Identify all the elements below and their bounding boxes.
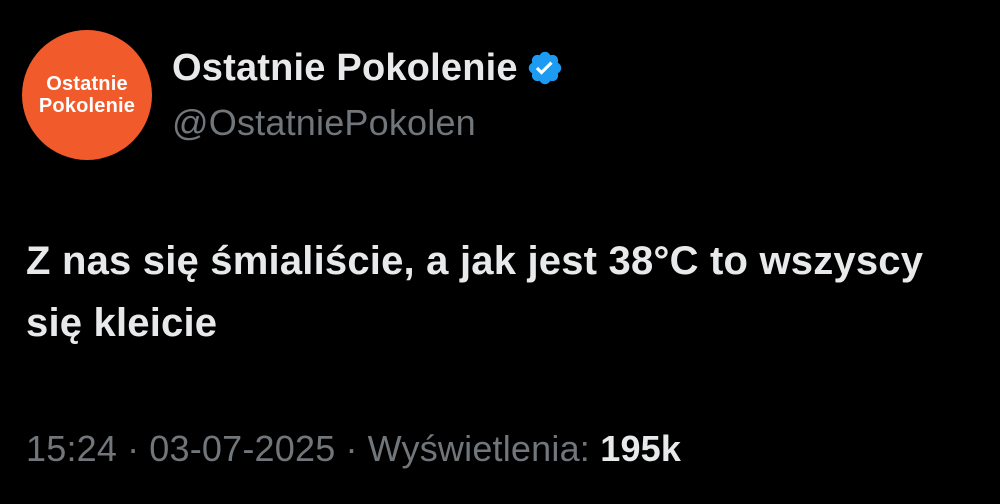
verified-badge-icon — [528, 51, 561, 85]
account-handle[interactable]: @OstatniePokolen — [172, 102, 564, 144]
separator: · — [345, 428, 358, 469]
tweet-meta: 15:24 · 03-07-2025 · Wyświetlenia: 195k — [26, 428, 681, 470]
views-label: Wyświetlenia: — [367, 428, 591, 469]
separator: · — [127, 428, 140, 469]
tweet-card: Ostatnie Pokolenie Ostatnie Pokolenie @O… — [0, 0, 1000, 504]
avatar[interactable]: Ostatnie Pokolenie — [22, 30, 152, 160]
tweet-date[interactable]: 03-07-2025 — [149, 428, 335, 469]
avatar-text-line1: Ostatnie — [46, 73, 128, 95]
display-name[interactable]: Ostatnie Pokolenie — [172, 47, 518, 90]
tweet-text: Z nas się śmialiście, a jak jest 38°C to… — [26, 239, 924, 345]
tweet-time[interactable]: 15:24 — [26, 428, 117, 469]
views-count: 195k — [600, 428, 682, 469]
avatar-text-line2: Pokolenie — [38, 95, 136, 117]
display-name-row: Ostatnie Pokolenie — [172, 42, 564, 94]
tweet-header: Ostatnie Pokolenie Ostatnie Pokolenie @O… — [22, 30, 564, 160]
account-names: Ostatnie Pokolenie @OstatniePokolen — [172, 42, 564, 144]
